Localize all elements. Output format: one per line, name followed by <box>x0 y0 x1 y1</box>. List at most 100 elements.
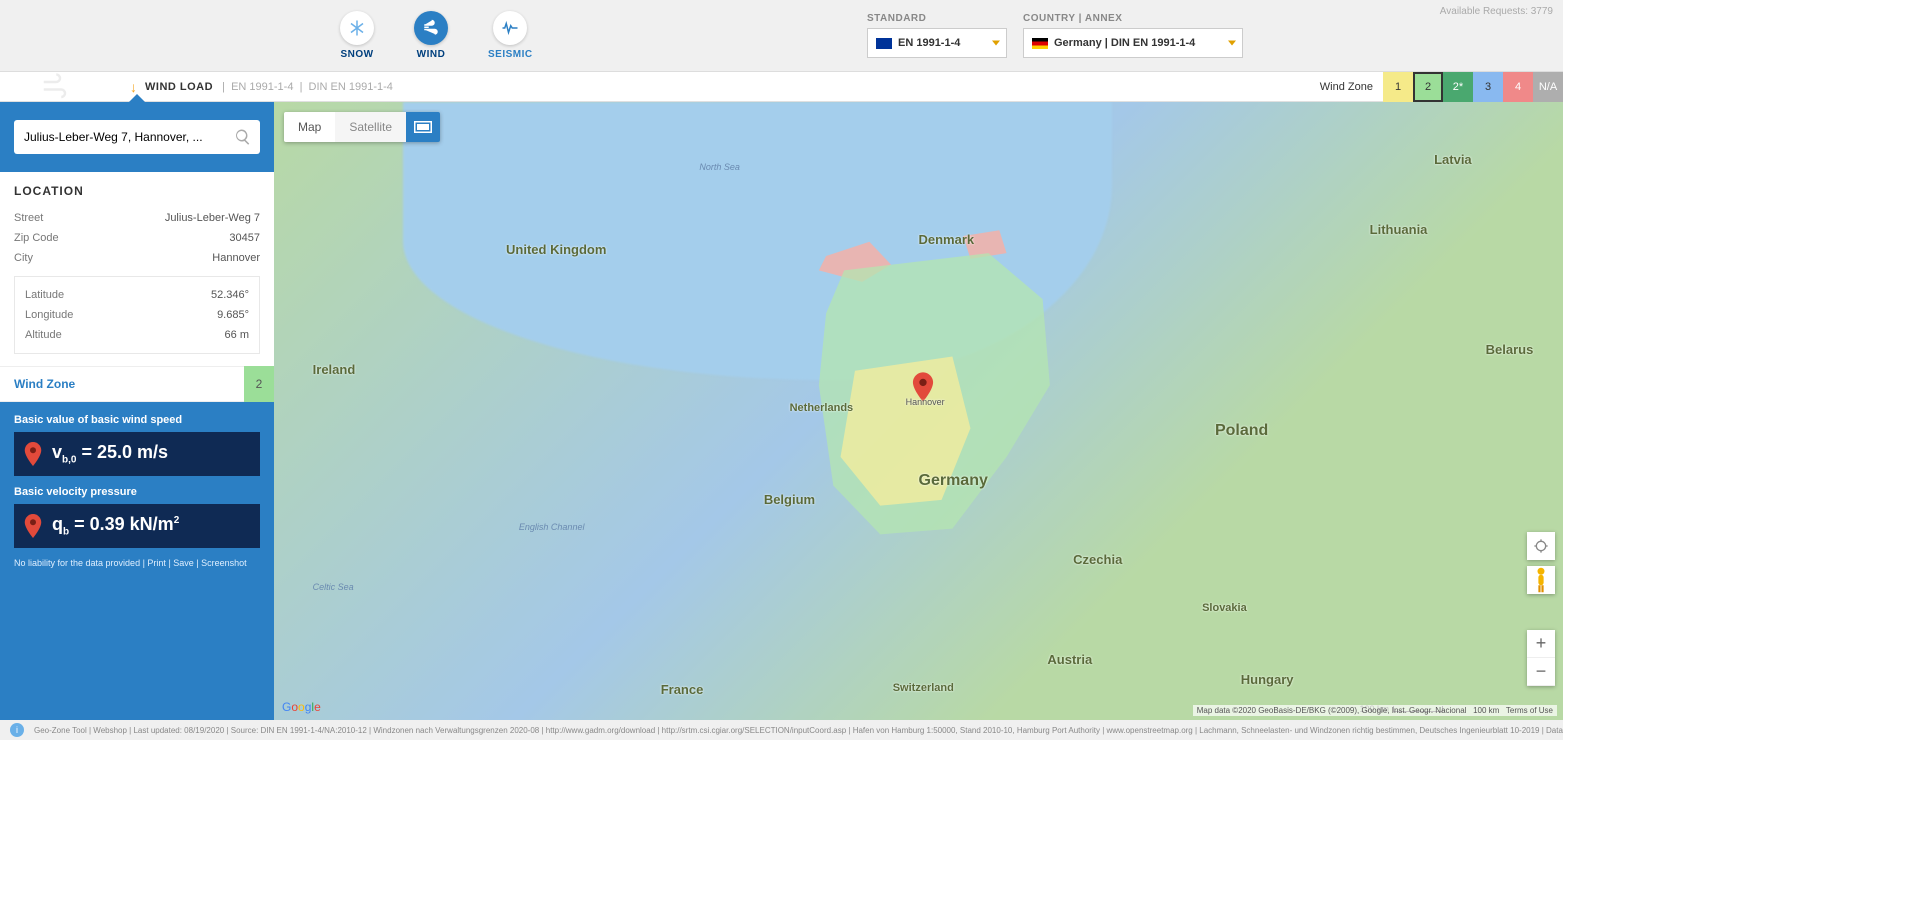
zone-chip-na[interactable]: N/A <box>1533 72 1563 102</box>
windzone-row: Wind Zone 2 <box>0 366 274 402</box>
search-icon[interactable] <box>234 128 252 146</box>
country-label: Latvia <box>1434 152 1472 167</box>
country-label: Hungary <box>1241 672 1294 687</box>
city-value: Hannover <box>212 252 260 264</box>
street-label: Street <box>14 212 43 224</box>
sea-label: Celtic Sea <box>313 582 354 592</box>
chevron-down-icon <box>1228 41 1236 46</box>
map-attribution: Map data ©2020 GeoBasis-DE/BKG (©2009), … <box>1193 705 1557 716</box>
country-dropdown[interactable]: Germany | DIN EN 1991-1-4 <box>1023 28 1243 58</box>
sea-label: English Channel <box>519 522 585 532</box>
standard-selector: STANDARD EN 1991-1-4 <box>867 13 1007 58</box>
sidebar: LOCATION Street Julius-Leber-Weg 7 Zip Co… <box>0 102 274 720</box>
country-selector: COUNTRY | ANNEX Germany | DIN EN 1991-1-… <box>1023 13 1243 58</box>
result-actions: No liability for the data provided | Pri… <box>14 558 260 568</box>
wind-speed-card: vb,0 = 25.0 m/s <box>14 432 260 476</box>
pressure-card: qb = 0.39 kN/m2 <box>14 504 260 548</box>
chevron-down-icon <box>992 41 1000 46</box>
map-type-map[interactable]: Map <box>284 112 335 142</box>
standard-dropdown[interactable]: EN 1991-1-4 <box>867 28 1007 58</box>
location-section: LOCATION Street Julius-Leber-Weg 7 Zip Co… <box>0 172 274 366</box>
zone-chip-2[interactable]: 2 <box>1413 72 1443 102</box>
wind-speed-formula: vb,0 = 25.0 m/s <box>52 442 168 466</box>
country-label: Belarus <box>1486 342 1534 357</box>
standard-value: EN 1991-1-4 <box>898 37 960 49</box>
mode-label: SNOW <box>340 49 373 60</box>
mode-snow[interactable]: SNOW <box>340 11 374 60</box>
pegman-button[interactable] <box>1527 566 1555 594</box>
country-label: Austria <box>1047 652 1092 667</box>
map-canvas[interactable]: North Sea Celtic Sea English Channel Han… <box>274 102 1563 720</box>
info-icon[interactable]: i <box>10 723 24 737</box>
mode-wind[interactable]: WIND <box>414 11 448 60</box>
mode-label: WIND <box>417 49 446 60</box>
footer: i Geo-Zone Tool | Webshop | Last updated… <box>0 720 1563 740</box>
lon-value: 9.685° <box>217 309 249 321</box>
arrow-down-icon: ↓ <box>130 79 137 95</box>
footer-text: Geo-Zone Tool | Webshop | Last updated: … <box>34 726 1563 735</box>
print-link[interactable]: Print <box>147 558 166 568</box>
zone-chip-4[interactable]: 4 <box>1503 72 1533 102</box>
mode-label: SEISMIC <box>488 49 533 60</box>
standard-label: STANDARD <box>867 13 1007 24</box>
alt-value: 66 m <box>225 329 249 341</box>
street-value: Julius-Leber-Weg 7 <box>165 212 260 224</box>
zoom-out-button[interactable]: − <box>1527 658 1555 686</box>
country-label: Belgium <box>764 492 815 507</box>
country-label: Poland <box>1215 422 1268 440</box>
country-label: Czechia <box>1073 552 1122 567</box>
pressure-formula: qb = 0.39 kN/m2 <box>52 514 179 538</box>
lon-label: Longitude <box>25 309 73 321</box>
zone-chip-1[interactable]: 1 <box>1383 72 1413 102</box>
screenshot-link[interactable]: Screenshot <box>201 558 247 568</box>
lat-value: 52.346° <box>211 289 249 301</box>
page-title: WIND LOAD <box>145 81 213 93</box>
zoom-control: + − <box>1527 630 1555 686</box>
wind-bg-icon <box>40 72 70 102</box>
snow-icon <box>340 11 374 45</box>
city-label: City <box>14 252 33 264</box>
header: Available Requests: 3779 SNOW WIND SEISM… <box>0 0 1563 72</box>
search-input[interactable] <box>22 129 234 145</box>
zip-value: 30457 <box>229 232 260 244</box>
available-requests: Available Requests: 3779 <box>1440 6 1553 17</box>
country-label: Netherlands <box>790 402 854 414</box>
map-type-control: Map Satellite <box>284 112 440 142</box>
breadcrumb: | EN 1991-1-4 | DIN EN 1991-1-4 <box>219 81 393 93</box>
mode-tabs: SNOW WIND SEISMIC <box>340 11 533 60</box>
country-label: France <box>661 682 704 697</box>
fullscreen-button[interactable] <box>406 112 440 142</box>
city-label: Hannover <box>906 397 945 407</box>
country-label: United Kingdom <box>506 242 606 257</box>
search-input-wrap <box>14 120 260 154</box>
pin-icon <box>24 514 42 538</box>
lat-label: Latitude <box>25 289 64 301</box>
map-type-satellite[interactable]: Satellite <box>335 112 406 142</box>
mode-seismic[interactable]: SEISMIC <box>488 11 533 60</box>
country-label: Switzerland <box>893 682 954 694</box>
wind-icon <box>414 11 448 45</box>
results-panel: Basic value of basic wind speed vb,0 = 2… <box>0 402 274 720</box>
windzone-value: 2 <box>244 366 274 402</box>
alt-label: Altitude <box>25 329 62 341</box>
location-title: LOCATION <box>14 184 260 198</box>
zone-legend-label: Wind Zone <box>1320 81 1373 93</box>
pressure-title: Basic velocity pressure <box>14 486 260 498</box>
zone-chip-2star[interactable]: 2* <box>1443 72 1473 102</box>
country-label: Germany <box>919 472 988 490</box>
country-label: COUNTRY | ANNEX <box>1023 13 1243 24</box>
pin-icon <box>24 442 42 466</box>
sea-label: North Sea <box>699 162 740 172</box>
locate-button[interactable] <box>1527 532 1555 560</box>
country-label: Denmark <box>919 232 975 247</box>
eu-flag-icon <box>876 38 892 49</box>
de-flag-icon <box>1032 38 1048 49</box>
google-logo: Google <box>282 700 321 714</box>
windzone-label: Wind Zone <box>14 377 75 391</box>
wind-speed-title: Basic value of basic wind speed <box>14 414 260 426</box>
country-value: Germany | DIN EN 1991-1-4 <box>1054 37 1195 49</box>
zone-chip-3[interactable]: 3 <box>1473 72 1503 102</box>
zip-label: Zip Code <box>14 232 59 244</box>
zoom-in-button[interactable]: + <box>1527 630 1555 658</box>
save-link[interactable]: Save <box>173 558 194 568</box>
